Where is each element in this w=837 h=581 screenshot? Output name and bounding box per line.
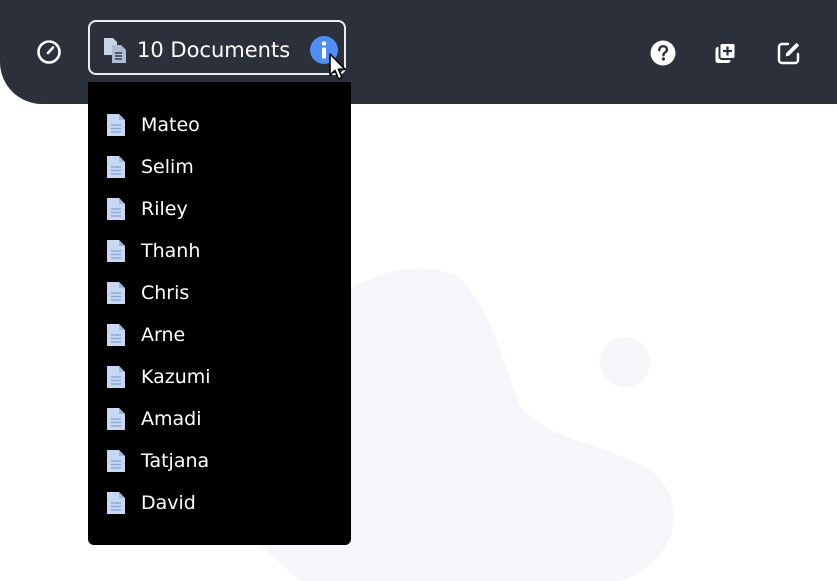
help-button[interactable] <box>649 39 677 67</box>
document-icon <box>107 324 125 346</box>
add-copy-button[interactable] <box>712 39 740 67</box>
document-icon <box>107 240 125 262</box>
documents-dropdown: Mateo Selim Riley Thanh Chris Arne Kazum… <box>88 82 351 545</box>
document-name: Mateo <box>141 114 200 136</box>
document-name: Tatjana <box>141 450 210 472</box>
document-icon <box>107 492 125 514</box>
document-count-label: 10 Documents <box>137 38 291 62</box>
gauge-icon <box>37 40 61 64</box>
document-item[interactable]: Selim <box>88 146 351 188</box>
document-item[interactable]: David <box>88 482 351 524</box>
document-name: Amadi <box>141 408 202 430</box>
document-icon <box>107 408 125 430</box>
edit-icon <box>777 42 800 65</box>
document-icon <box>107 450 125 472</box>
document-name: Arne <box>141 324 186 346</box>
document-icon <box>107 114 125 136</box>
help-icon <box>650 40 676 66</box>
document-icon <box>107 282 125 304</box>
document-icon <box>107 156 125 178</box>
document-name: Chris <box>141 282 190 304</box>
files-icon <box>104 38 126 63</box>
app-screen: 10 Documents Mateo Selim Riley Thanh Chr… <box>0 0 837 581</box>
edit-button[interactable] <box>775 39 803 67</box>
document-name: Kazumi <box>141 366 211 388</box>
document-item[interactable]: Riley <box>88 188 351 230</box>
document-item[interactable]: Thanh <box>88 230 351 272</box>
documents-list: Mateo Selim Riley Thanh Chris Arne Kazum… <box>88 104 351 524</box>
document-item[interactable]: Tatjana <box>88 440 351 482</box>
document-name: David <box>141 492 196 514</box>
document-item[interactable]: Kazumi <box>88 356 351 398</box>
document-item[interactable]: Chris <box>88 272 351 314</box>
document-name: Riley <box>141 198 188 220</box>
document-selector[interactable]: 10 Documents <box>88 20 346 75</box>
document-item[interactable]: Arne <box>88 314 351 356</box>
gauge-button[interactable] <box>35 38 63 66</box>
document-icon <box>107 198 125 220</box>
document-name: Selim <box>141 156 194 178</box>
document-item[interactable]: Amadi <box>88 398 351 440</box>
info-icon[interactable] <box>309 35 339 65</box>
document-item[interactable]: Mateo <box>88 104 351 146</box>
document-name: Thanh <box>141 240 201 262</box>
add-copy-icon <box>715 42 737 63</box>
document-icon <box>107 366 125 388</box>
